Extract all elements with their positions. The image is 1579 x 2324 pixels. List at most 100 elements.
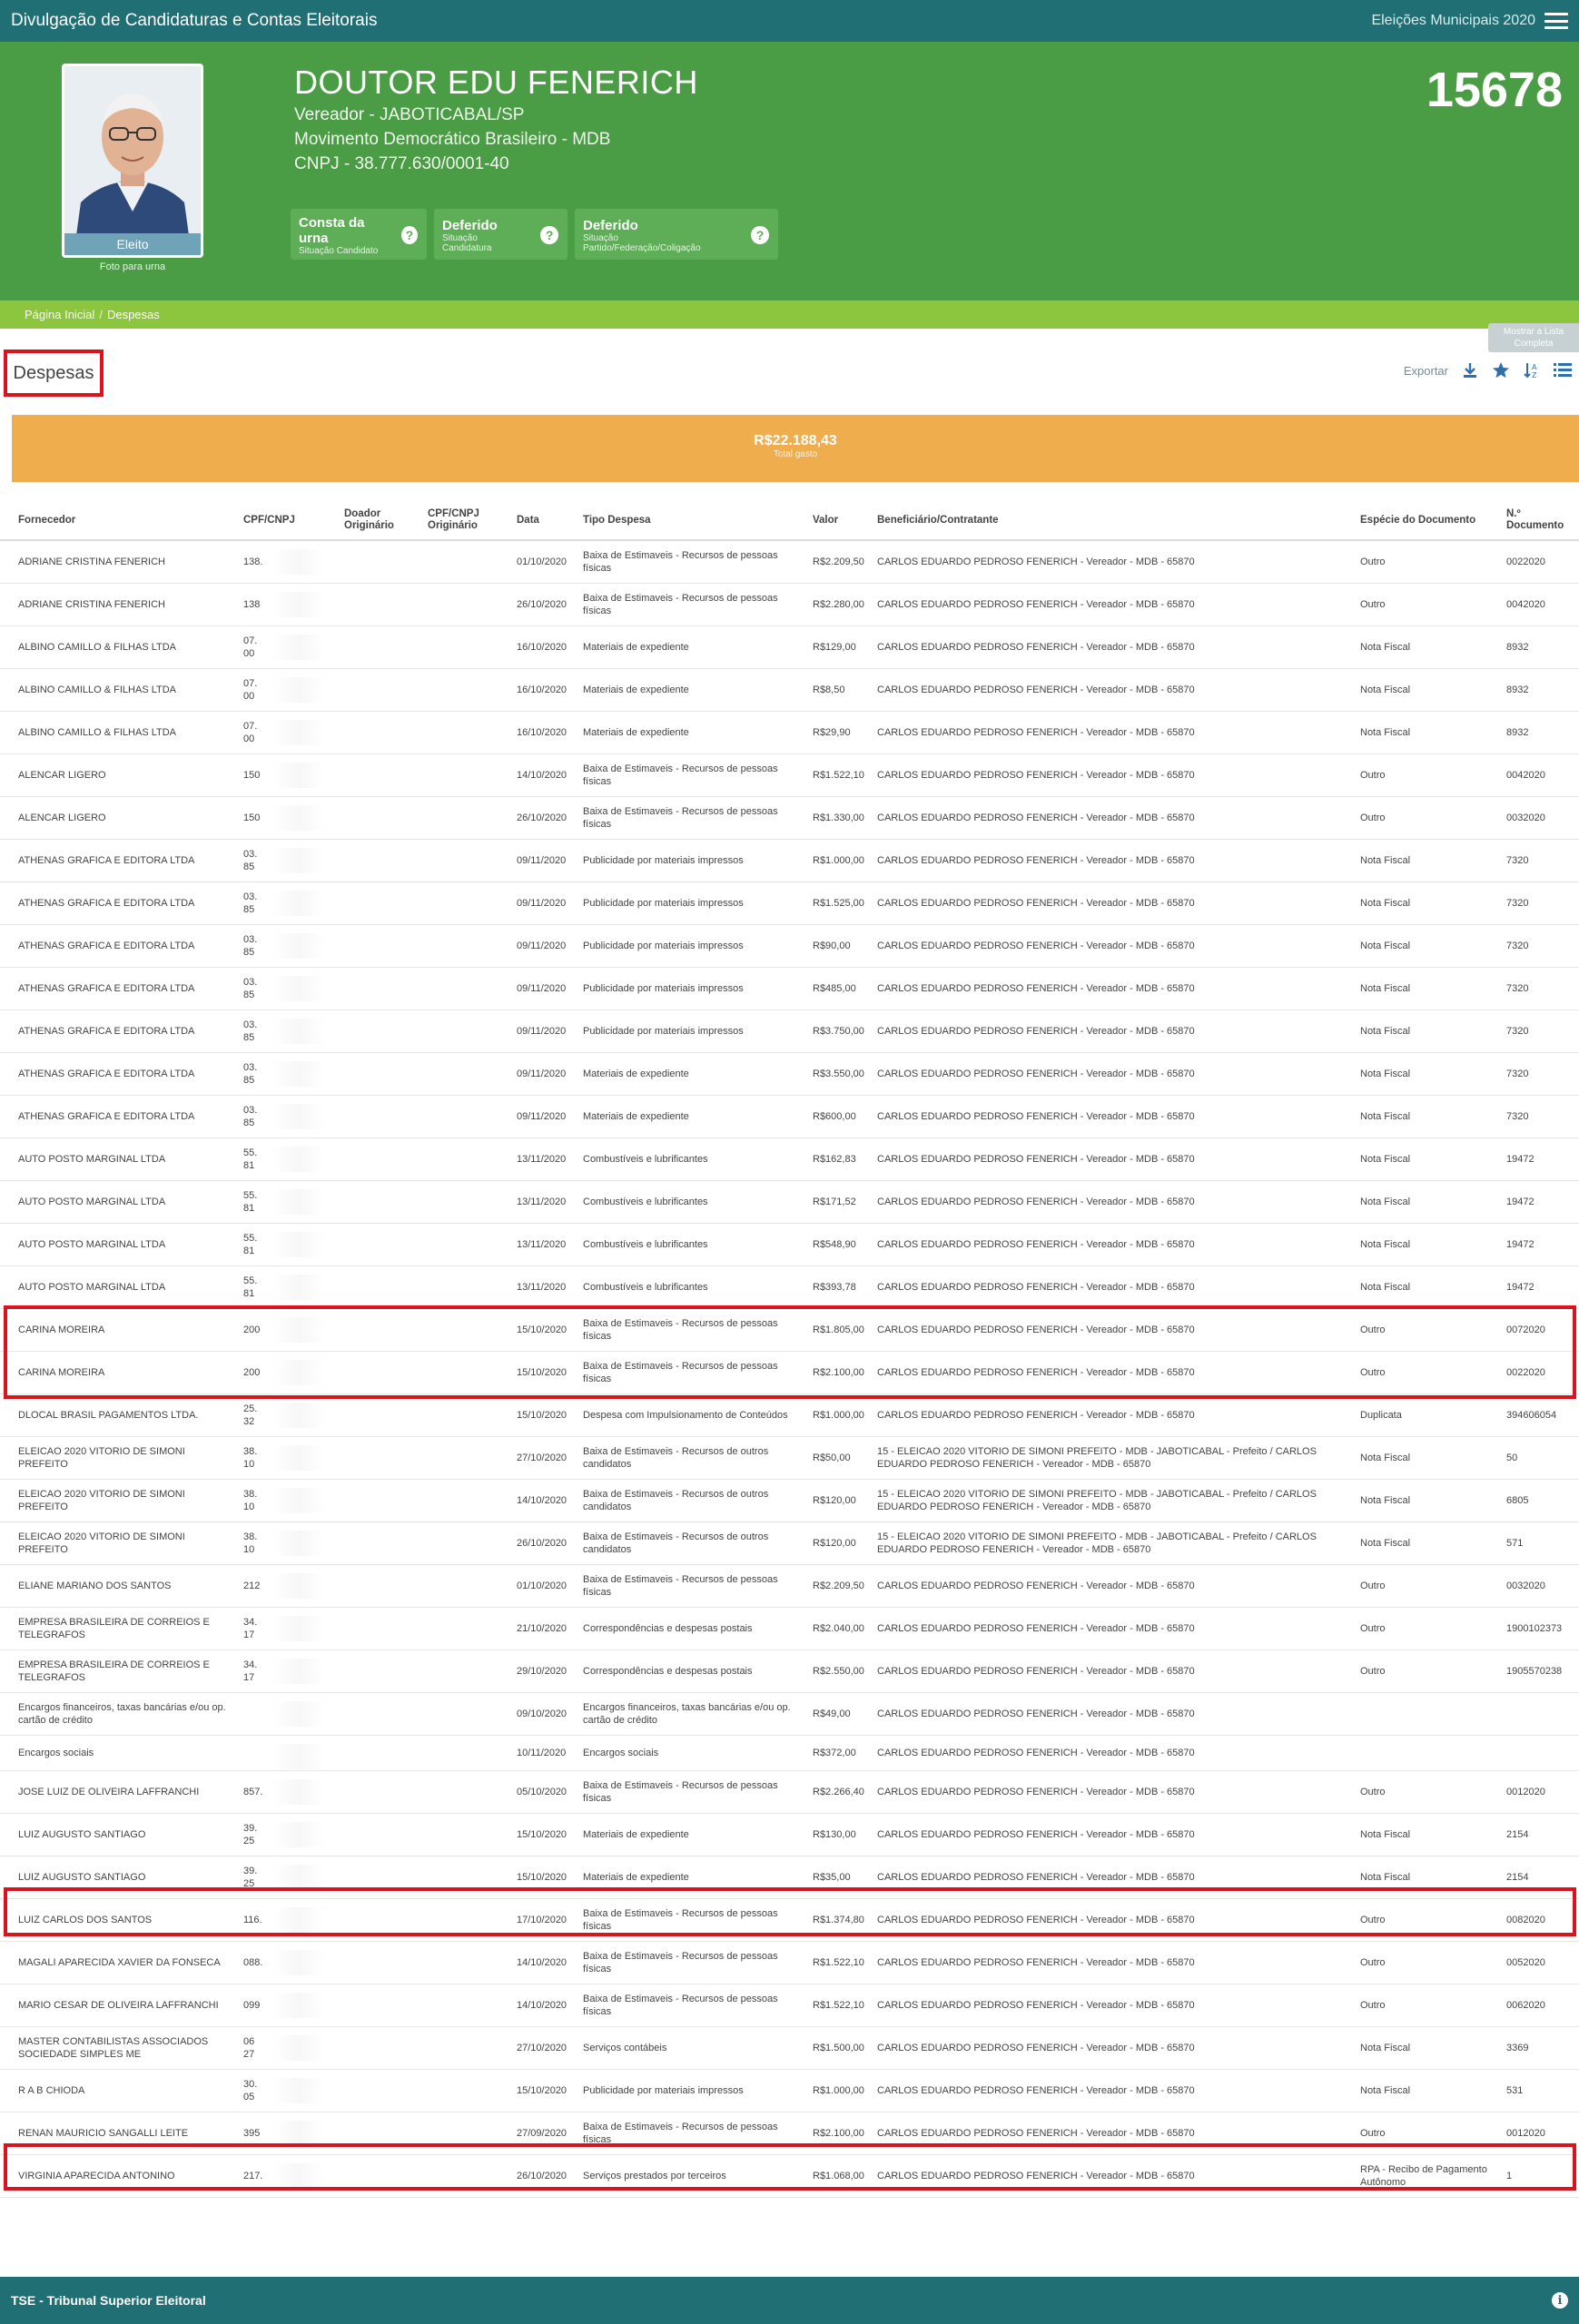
svg-text:A: A [1532,363,1537,371]
cell-data: 15/10/2020 [517,1410,567,1421]
cell-especie: Nota Fiscal [1360,940,1411,951]
col-fornecedor[interactable]: Fornecedor [18,499,236,541]
hamburger-icon[interactable] [1544,13,1568,29]
footer: TSE - Tribunal Superior Eleitoral i [0,2277,1579,2324]
cell-valor: R$171,52 [813,1196,856,1207]
cell-especie: Outro [1360,556,1386,567]
table-row: ALBINO CAMILLO & FILHAS LTDA 07. 00 16/10/… [0,712,1579,754]
cell-beneficiario: CARLOS EDUARDO PEDROSO FENERICH - Veread… [877,642,1195,653]
table-row: R A B CHIODA 30. 05 15/10/2020 Publicidade … [0,2070,1579,2112]
table-row: VIRGINIA APARECIDA ANTONINO217. -6426/10… [0,2155,1579,2198]
cell-valor: R$2.209,50 [813,556,864,567]
show-full-list-button[interactable]: Mostrar a Lista Completa [1488,323,1579,352]
cell-data: 26/10/2020 [517,1538,567,1549]
badge-main: Deferido [583,217,638,233]
cell-especie: RPA - Recibo de Pagamento Autônomo [1360,2164,1487,2188]
cell-fornecedor: LUIZ AUGUSTO SANTIAGO [18,1829,146,1840]
cell-data: 26/10/2020 [517,599,567,610]
download-icon[interactable] [1461,361,1479,379]
cell-fornecedor: ELEICAO 2020 VITORIO DE SIMONI PREFEITO [18,1446,185,1470]
table-row: MASTER CONTABILISTAS ASSOCIADOS SOCIEDAD… [0,2027,1579,2070]
cell-numdoc: 3369 [1506,2043,1529,2053]
cell-tipo: Correspondências e despesas postais [583,1666,753,1677]
badge-candidate-status[interactable]: Consta da urna Situação Candidato ? [291,209,427,260]
col-cpf[interactable]: CPF/CNPJ [243,499,334,541]
table-row: ATHENAS GRAFICA E EDITORA LTDA 03. 85 09/1… [0,968,1579,1010]
col-valor[interactable]: Valor [813,499,876,541]
col-data[interactable]: Data [517,499,571,541]
cell-tipo: Publicidade por materiais impressos [583,940,744,951]
app-title: Divulgação de Candidaturas e Contas Elei… [11,11,378,30]
redacted-cpf [272,2078,325,2103]
table-row: LUIZ AUGUSTO SANTIAGO 39. 25 15/10/2020 Mat… [0,1856,1579,1899]
cell-numdoc: 7320 [1506,983,1529,994]
cell-data: 14/10/2020 [517,1495,567,1506]
cell-fornecedor: DLOCAL BRASIL PAGAMENTOS LTDA. [18,1410,199,1421]
cell-especie: Nota Fiscal [1360,2085,1411,2096]
cell-tipo: Baixa de Estimaveis - Recursos de pessoa… [583,1994,778,2017]
cell-data: 09/11/2020 [517,1111,567,1122]
cell-especie: Outro [1360,2128,1386,2139]
cell-tipo: Baixa de Estimaveis - Recursos de pessoa… [583,1361,778,1384]
sort-icon[interactable]: AZ [1523,361,1541,379]
cell-fornecedor: ELIANE MARIANO DOS SANTOS [18,1581,172,1591]
cell-fornecedor: ALENCAR LIGERO [18,770,106,781]
footer-text: TSE - Tribunal Superior Eleitoral [11,2293,206,2308]
table-row: JOSE LUIZ DE OLIVEIRA LAFFRANCHI857. 530… [0,1771,1579,1814]
col-tipo[interactable]: Tipo Despesa [583,499,801,541]
col-beneficiario[interactable]: Beneficiário/Contratante [877,499,1349,541]
badge-main: Deferido [442,217,498,233]
table-row: ALBINO CAMILLO & FILHAS LTDA 07. 00 16/10/… [0,626,1579,669]
cell-data: 09/10/2020 [517,1709,567,1719]
cell-beneficiario: CARLOS EDUARDO PEDROSO FENERICH - Veread… [877,2043,1195,2053]
cell-especie: Nota Fiscal [1360,1538,1411,1549]
star-icon[interactable] [1492,361,1510,379]
col-cpf-orig[interactable]: CPF/CNPJ Originário [428,499,500,541]
cell-data: 15/10/2020 [517,2085,567,2096]
cell-beneficiario: CARLOS EDUARDO PEDROSO FENERICH - Veread… [877,2128,1195,2139]
table-row: EMPRESA BRASILEIRA DE CORREIOS E TELEGRA… [0,1608,1579,1650]
photo-caption: Foto para urna [99,261,166,272]
redacted-cpf [272,1907,325,1933]
badge-sub: Situação Partido/Federação/Coligação [583,232,701,253]
export-label[interactable]: Exportar [1404,364,1448,378]
breadcrumb-home[interactable]: Página Inicial [25,308,94,321]
cell-fornecedor: CARINA MOREIRA [18,1367,105,1378]
table-row: ATHENAS GRAFICA E EDITORA LTDA 03. 85 09/1… [0,1096,1579,1138]
help-icon[interactable]: ? [540,226,558,244]
cell-numdoc: 1 [1506,2171,1513,2181]
table-row: AUTO POSTO MARGINAL LTDA 55. 81 13/11/2020… [0,1266,1579,1309]
cell-numdoc: 0082020 [1506,1915,1545,1925]
cell-valor: R$120,00 [813,1538,856,1549]
help-icon[interactable]: ? [751,226,769,244]
cell-fornecedor: MARIO CESAR DE OLIVEIRA LAFFRANCHI [18,2000,219,2011]
cell-beneficiario: CARLOS EDUARDO PEDROSO FENERICH - Veread… [877,1787,1195,1797]
cell-data: 09/11/2020 [517,1026,567,1037]
cell-especie: Nota Fiscal [1360,727,1411,738]
table-row: ATHENAS GRAFICA E EDITORA LTDA 03. 85 09/1… [0,1053,1579,1096]
cell-data: 14/10/2020 [517,2000,567,2011]
cell-especie: Outro [1360,770,1386,781]
cell-numdoc: 6805 [1506,1495,1529,1506]
list-icon[interactable] [1554,361,1572,379]
cell-tipo: Combustíveis e lubrificantes [583,1154,708,1165]
cell-tipo: Baixa de Estimaveis - Recursos de pessoa… [583,806,778,830]
cell-fornecedor: MASTER CONTABILISTAS ASSOCIADOS SOCIEDAD… [18,2036,209,2060]
info-icon[interactable]: i [1552,2292,1568,2309]
cell-especie: Nota Fiscal [1360,1282,1411,1293]
cell-data: 26/10/2020 [517,2171,567,2181]
candidate-office: Vereador - JABOTICABAL/SP [294,105,525,124]
badge-candidacy-status[interactable]: Deferido Situação Candidatura ? [434,209,567,260]
election-label[interactable]: Eleições Municipais 2020 [1371,13,1535,29]
cell-tipo: Combustíveis e lubrificantes [583,1239,708,1250]
cell-beneficiario: 15 - ELEICAO 2020 VITORIO DE SIMONI PREF… [877,1446,1317,1470]
cell-beneficiario: CARLOS EDUARDO PEDROSO FENERICH - Veread… [877,1623,1195,1634]
badge-party-status[interactable]: Deferido Situação Partido/Federação/Colig… [575,209,778,260]
col-especie[interactable]: Espécie do Documento [1360,499,1505,541]
cell-numdoc: 0022020 [1506,1367,1545,1378]
col-numdoc[interactable]: N.º Documento [1506,499,1575,541]
cell-fornecedor: ALBINO CAMILLO & FILHAS LTDA [18,642,177,653]
cell-especie: Nota Fiscal [1360,898,1411,909]
col-doador[interactable]: Doador Originário [344,499,417,541]
help-icon[interactable]: ? [400,226,418,244]
